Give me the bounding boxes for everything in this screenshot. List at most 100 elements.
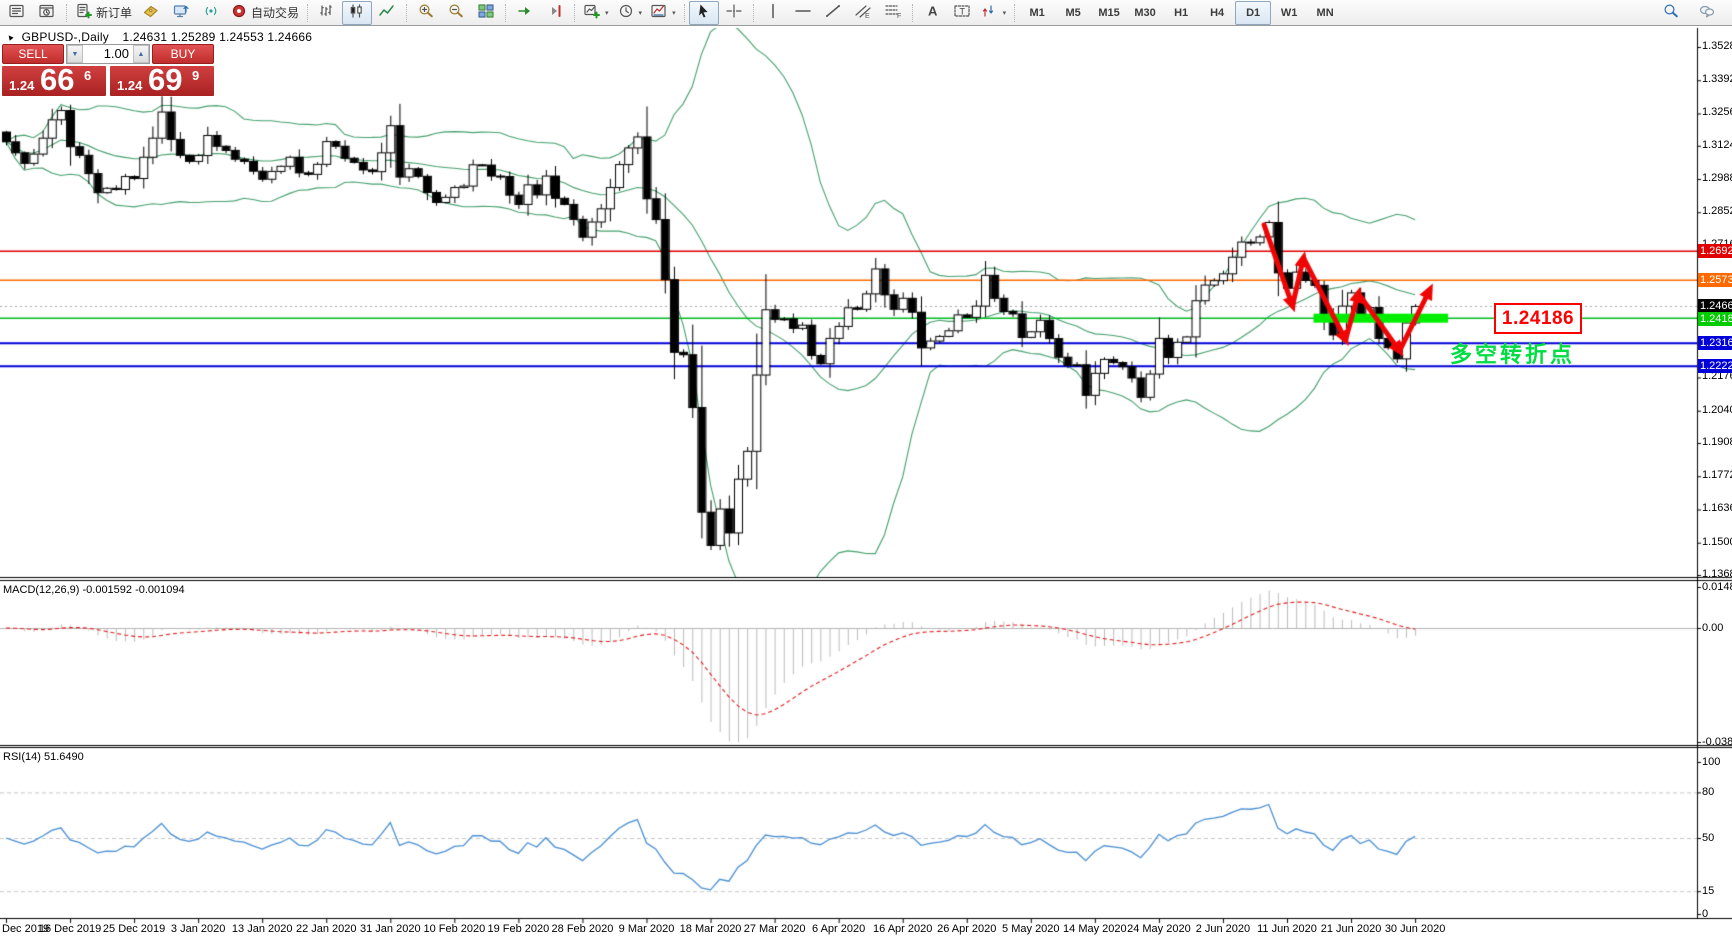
publish-chart-icon <box>172 3 190 22</box>
zoom-in-icon <box>417 3 435 22</box>
signals-button[interactable] <box>196 1 226 25</box>
volume-value[interactable]: 1.00 <box>83 45 133 63</box>
date-axis-label: 13 Jan 2020 <box>231 923 293 935</box>
zoom-out-icon <box>447 3 465 22</box>
buy-price-main: 69 <box>148 66 183 96</box>
equidistant-channel-icon: E <box>854 3 872 22</box>
date-axis-label: 6 Apr 2020 <box>812 923 866 935</box>
new-order-button[interactable]: 新订单 <box>71 1 136 25</box>
history-ticket-icon <box>142 3 160 22</box>
chevron-down-icon: ▾ <box>672 9 676 17</box>
sell-button[interactable]: SELL <box>2 44 64 64</box>
new-order-label: 新订单 <box>96 6 133 20</box>
zoom-in-button[interactable] <box>411 1 441 25</box>
date-axis-label: 16 Apr 2020 <box>873 923 933 935</box>
rsi-axis-tick: 50 <box>1702 832 1715 844</box>
macd-axis-tick: 0.0148 <box>1702 581 1732 593</box>
publish-chart-button[interactable] <box>166 1 196 25</box>
date-axis-label: 22 Jan 2020 <box>295 923 357 935</box>
date-axis-label: 30 Jun 2020 <box>1384 923 1446 935</box>
indicators-button[interactable]: ▾ <box>579 1 613 25</box>
timeframe-m30-button[interactable]: M30 <box>1127 1 1163 25</box>
timeframe-w1-button[interactable]: W1 <box>1271 1 1307 25</box>
symbol-ohlc: 1.24631 1.25289 1.24553 1.24666 <box>122 30 313 44</box>
tile-windows-button[interactable] <box>471 1 501 25</box>
arrows-button[interactable]: ▾ <box>977 1 1011 25</box>
volume-decrease-button[interactable]: ▼ <box>67 45 83 63</box>
timeframe-h1-button[interactable]: H1 <box>1163 1 1199 25</box>
auto-scroll-button[interactable] <box>510 1 540 25</box>
timeframe-h4-button[interactable]: H4 <box>1199 1 1235 25</box>
price-axis-tick: 1.32560 <box>1702 106 1732 119</box>
cursor-icon <box>695 3 713 22</box>
chevron-down-icon: ▾ <box>605 9 609 17</box>
rsi-label: RSI(14) 51.6490 <box>3 751 84 763</box>
rsi-axis-tick: 80 <box>1702 786 1715 799</box>
timeframe-mn-button[interactable]: MN <box>1307 1 1343 25</box>
level-price-label: 1.26924 <box>1698 244 1732 259</box>
toolbar-separator <box>683 3 685 22</box>
level-price-label: 1.23164 <box>1698 336 1732 351</box>
chat-button[interactable] <box>1692 1 1722 25</box>
level-price-label: 1.24186 <box>1698 312 1732 326</box>
date-axis-label: 16 Dec 2019 <box>38 923 102 935</box>
text-label-button[interactable]: T <box>947 1 977 25</box>
trendline-button[interactable] <box>818 1 848 25</box>
vertical-line-button[interactable] <box>758 1 788 25</box>
svg-text:A: A <box>928 4 938 19</box>
toolbar-separator <box>66 3 67 22</box>
timeframe-m15-button[interactable]: M15 <box>1091 1 1127 25</box>
svg-text:F: F <box>897 13 901 19</box>
horizontal-line-button[interactable] <box>788 1 818 25</box>
tile-windows-icon <box>477 3 495 22</box>
buy-price-button[interactable]: 1.24 69 9 <box>110 66 214 96</box>
price-axis-tick: 1.31240 <box>1702 138 1732 151</box>
rsi-axis-tick: 15 <box>1702 885 1715 898</box>
volume-increase-button[interactable]: ▲ <box>133 45 149 63</box>
cursor-button[interactable] <box>688 0 719 25</box>
one-click-trading-panel: SELL ▼ 1.00 ▲ BUY 1.24 66 6 1.24 69 9 <box>2 44 214 96</box>
toolbar-separator <box>1014 3 1016 22</box>
periods-button[interactable]: ▾ <box>613 1 647 25</box>
timeframe-m1-button[interactable]: M1 <box>1019 1 1055 25</box>
charts-list-button[interactable] <box>2 1 32 25</box>
candlestick-mode-button[interactable] <box>342 0 373 25</box>
bar-chart-mode-icon <box>318 3 336 22</box>
tf-h1-label: H1 <box>1174 6 1189 19</box>
sell-price-main: 66 <box>40 66 75 96</box>
price-axis-tick: 1.29880 <box>1702 172 1732 184</box>
zoom-out-button[interactable] <box>441 1 471 25</box>
date-axis-label: 19 Feb 2020 <box>487 923 550 935</box>
search-button[interactable] <box>1656 1 1686 25</box>
price-chart-canvas[interactable] <box>0 0 1732 942</box>
macd-axis-tick: 0.00 <box>1702 622 1724 634</box>
strategy-window-button[interactable] <box>32 1 62 25</box>
equidistant-channel-button[interactable]: E <box>848 1 878 25</box>
chart-shift-button[interactable] <box>540 1 570 25</box>
timeframe-d1-button[interactable]: D1 <box>1235 0 1272 25</box>
volume-stepper: ▼ 1.00 ▲ <box>66 44 150 64</box>
timeframe-m5-button[interactable]: M5 <box>1055 1 1091 25</box>
date-axis-label: 10 Feb 2020 <box>423 923 486 935</box>
history-ticket-button[interactable] <box>136 1 166 25</box>
sell-price-prefix: 1.24 <box>9 78 35 93</box>
text-button[interactable]: A <box>917 1 947 25</box>
price-callout-label[interactable]: 1.24186 <box>1494 303 1582 334</box>
date-axis-label: 18 Mar 2020 <box>679 923 742 935</box>
turning-point-note[interactable]: 多空转折点 <box>1450 337 1575 369</box>
buy-button[interactable]: BUY <box>152 44 214 64</box>
price-axis-tick: 1.16360 <box>1702 502 1732 515</box>
auto-trading-label: 自动交易 <box>251 6 300 20</box>
price-axis-tick: 1.28520 <box>1702 205 1732 218</box>
crosshair-button[interactable] <box>719 1 749 25</box>
sell-price-button[interactable]: 1.24 66 6 <box>2 66 106 96</box>
chat-icon <box>1698 3 1716 22</box>
date-axis-label: 27 Mar 2020 <box>743 923 806 935</box>
candlestick-mode-icon <box>348 3 366 22</box>
fibonacci-retracement-button[interactable]: F <box>878 1 908 25</box>
auto-trading-button[interactable]: 自动交易 <box>226 1 303 25</box>
bar-chart-mode-button[interactable] <box>312 1 342 25</box>
templates-button[interactable]: ▾ <box>646 1 680 25</box>
tf-m5-label: M5 <box>1065 6 1081 19</box>
line-chart-mode-button[interactable] <box>372 1 402 25</box>
